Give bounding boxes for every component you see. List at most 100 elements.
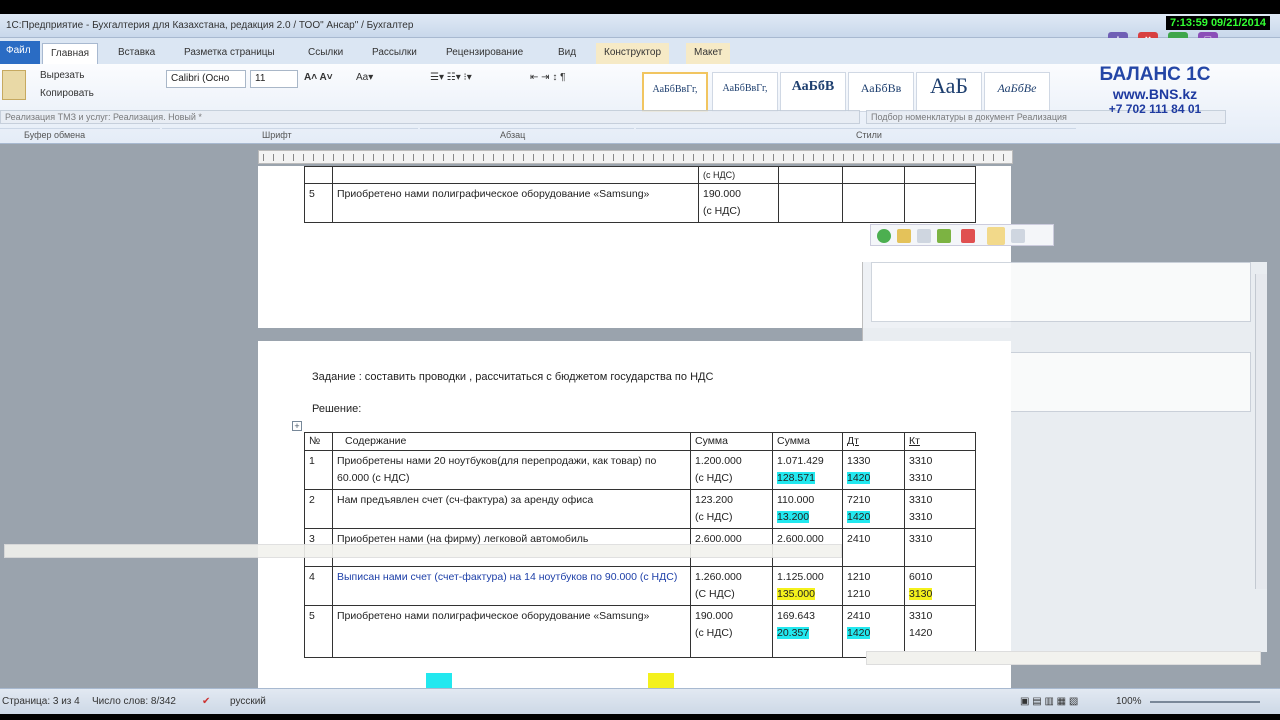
tab-page-layout[interactable]: Разметка страницы: [176, 43, 283, 64]
ruler-tick: [893, 154, 894, 161]
ruler-tick: [723, 154, 724, 161]
tab-home[interactable]: Главная: [42, 43, 99, 64]
tab-insert[interactable]: Вставка: [110, 43, 163, 64]
table-move-handle[interactable]: +: [292, 421, 302, 431]
style-title[interactable]: АаБ: [916, 72, 982, 112]
style-normal[interactable]: АаБбВвГг,: [642, 72, 708, 112]
add-icon[interactable]: [877, 229, 891, 243]
style-heading1[interactable]: АаБбВ: [780, 72, 846, 112]
table-row: 2 Нам предъявлен счет (сч-фактура) за ар…: [304, 489, 976, 529]
ruler-tick: [963, 154, 964, 161]
window-title: 1С:Предприятие - Бухгалтерия для Казахст…: [6, 20, 414, 31]
language[interactable]: русский: [230, 696, 266, 707]
brand-site: www.BNS.kz: [1112, 86, 1198, 102]
overlay-window-bar-left: Реализация ТМЗ и услуг: Реализация. Новы…: [0, 110, 860, 124]
cyan-marker: [426, 673, 452, 689]
style-subtitle[interactable]: АаБбВе: [984, 72, 1050, 112]
word-count[interactable]: Число слов: 8/342: [92, 696, 176, 707]
indent-icon[interactable]: ⇤ ⇥ ↕ ¶: [530, 72, 565, 83]
ruler-tick: [383, 154, 384, 161]
move-icon[interactable]: [1011, 229, 1025, 243]
tab-view[interactable]: Вид: [550, 43, 584, 64]
ruler-tick: [583, 154, 584, 161]
tab-design[interactable]: Конструктор: [596, 43, 670, 64]
ruler-tick: [713, 154, 714, 161]
ruler-tick: [313, 154, 314, 161]
zoom-slider[interactable]: [1150, 701, 1260, 703]
bullets-icon[interactable]: ☰▾ ☷▾ ⁝▾: [430, 72, 472, 83]
ruler-tick: [803, 154, 804, 161]
ruler-tick: [913, 154, 914, 161]
paste-icon[interactable]: [2, 70, 26, 100]
ruler-tick: [773, 154, 774, 161]
style-no-spacing[interactable]: АаБбВвГг,: [712, 72, 778, 112]
ruler-tick: [793, 154, 794, 161]
tab-file[interactable]: Файл: [0, 41, 40, 64]
vertical-scrollbar[interactable]: [1255, 274, 1267, 589]
tab-mailings[interactable]: Рассылки: [364, 43, 425, 64]
table-row: 5 Приобретено нами полиграфическое обору…: [304, 605, 976, 658]
ruler-tick: [693, 154, 694, 161]
ruler-tick: [813, 154, 814, 161]
ruler-tick: [293, 154, 294, 161]
ruler-tick: [603, 154, 604, 161]
edit-icon[interactable]: [937, 229, 951, 243]
selection-icon[interactable]: [987, 227, 1005, 245]
ruler-tick: [353, 154, 354, 161]
delete-icon[interactable]: [961, 229, 975, 243]
ruler-tick: [753, 154, 754, 161]
ruler-tick: [533, 154, 534, 161]
ruler-tick: [303, 154, 304, 161]
ruler-tick: [263, 154, 264, 161]
style-heading2[interactable]: АаБбВв: [848, 72, 914, 112]
ruler-tick: [413, 154, 414, 161]
ruler-tick: [933, 154, 934, 161]
ruler-tick: [923, 154, 924, 161]
brand-logo: БАЛАНС 1С www.BNS.kz +7 702 111 84 01: [1080, 64, 1230, 116]
page-count[interactable]: Страница: 3 из 4: [2, 696, 80, 707]
font-size-select[interactable]: 11: [250, 70, 298, 88]
group-font-label: Шрифт: [162, 128, 418, 142]
ruler-tick: [513, 154, 514, 161]
previous-page-table: (с НДС) 5 Приобретено нами полиграфическ…: [304, 166, 976, 223]
tab-review[interactable]: Рецензирование: [438, 43, 531, 64]
font-name-select[interactable]: Calibri (Осно: [166, 70, 246, 88]
zoom-level[interactable]: 100%: [1116, 696, 1142, 707]
ruler-tick: [623, 154, 624, 161]
table-row: 4 Выписан нами счет (счет-фактура) на 14…: [304, 566, 976, 606]
ruler-tick: [683, 154, 684, 161]
copy-icon[interactable]: [917, 229, 931, 243]
ruler-tick: [763, 154, 764, 161]
ruler-tick: [843, 154, 844, 161]
horizontal-scrollbar-right[interactable]: [866, 651, 1261, 665]
ruler-tick: [613, 154, 614, 161]
ruler-tick: [903, 154, 904, 161]
change-case-icon[interactable]: Aa▾: [356, 72, 373, 83]
ruler-tick: [493, 154, 494, 161]
ruler-tick: [503, 154, 504, 161]
horizontal-scrollbar[interactable]: [4, 544, 842, 558]
grow-font-icon[interactable]: A˄ A˅: [304, 72, 333, 83]
table-row: (с НДС): [304, 166, 976, 184]
horizontal-ruler[interactable]: [258, 150, 1013, 164]
ruler-tick: [993, 154, 994, 161]
ruler-tick: [733, 154, 734, 161]
copy-button[interactable]: Копировать: [40, 88, 94, 99]
ruler-tick: [653, 154, 654, 161]
ruler-tick: [833, 154, 834, 161]
tab-layout[interactable]: Макет: [686, 43, 731, 64]
view-buttons[interactable]: ▣ ▤ ▥ ▦ ▧: [1020, 696, 1078, 707]
tab-references[interactable]: Ссылки: [300, 43, 351, 64]
ruler-tick: [323, 154, 324, 161]
brand-name: БАЛАНС 1С: [1099, 64, 1211, 85]
folder-icon[interactable]: [897, 229, 911, 243]
cut-button[interactable]: Вырезать: [40, 70, 84, 81]
ruler-tick: [473, 154, 474, 161]
proofing-icon[interactable]: ✔: [202, 696, 210, 707]
ruler-tick: [953, 154, 954, 161]
brand-phone: +7 702 111 84 01: [1108, 102, 1202, 116]
group-styles-label: Стили: [636, 128, 1076, 142]
ruler-tick: [823, 154, 824, 161]
ruler-tick: [883, 154, 884, 161]
ruler-tick: [553, 154, 554, 161]
